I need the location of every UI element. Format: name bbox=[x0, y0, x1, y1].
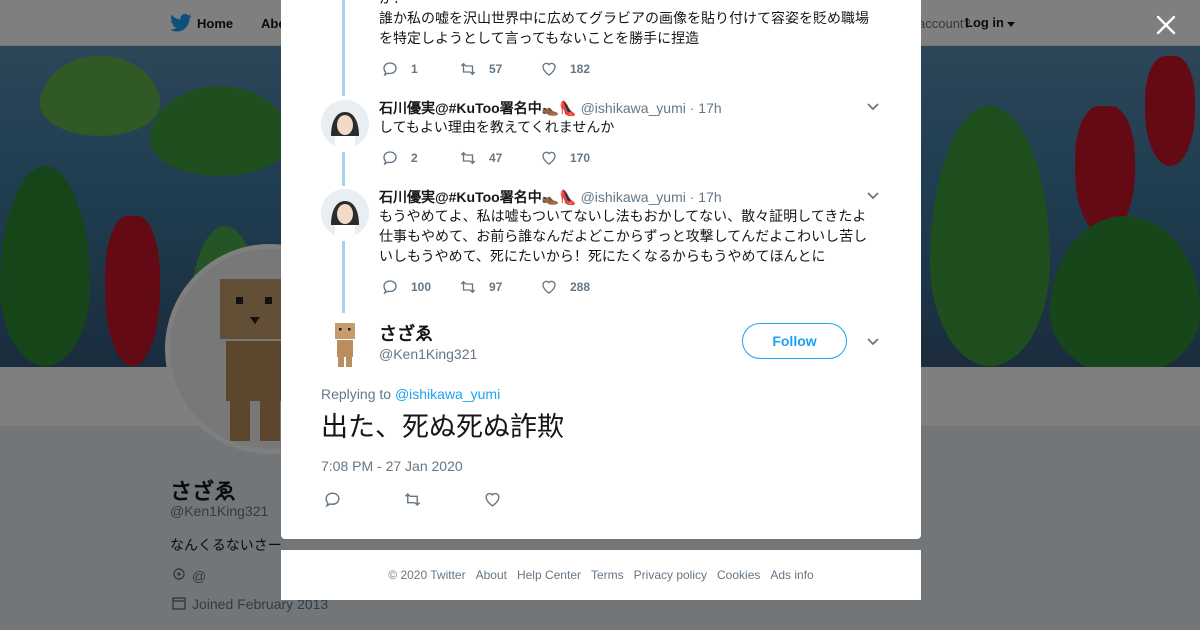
tweet-header: 石川優実@#KuToo署名中👞👠 @ishikawa_yumi · 17h bbox=[379, 187, 722, 207]
user-name[interactable]: 石川優実@#KuToo署名中👞👠 bbox=[379, 189, 577, 205]
danbo-figure-icon bbox=[321, 321, 369, 369]
tweet-time[interactable]: · 17h bbox=[690, 100, 722, 116]
thread-tweet[interactable]: か？ 誰か私の嘘を沢山世界中に広めてグラビアの画像を貼り付けて容姿を貶め職場を特… bbox=[281, 0, 921, 90]
reply-count: 2 bbox=[411, 151, 418, 165]
reply-icon bbox=[383, 62, 397, 77]
retweet-action[interactable]: 47 bbox=[459, 148, 502, 168]
retweet-action[interactable]: 97 bbox=[459, 277, 502, 297]
reply-action[interactable]: 1 bbox=[381, 59, 418, 79]
replying-to-link[interactable]: @ishikawa_yumi bbox=[395, 386, 500, 402]
reply-icon bbox=[325, 491, 340, 507]
reply-icon bbox=[383, 151, 397, 166]
like-action[interactable]: 182 bbox=[540, 59, 590, 79]
close-icon[interactable] bbox=[1152, 11, 1180, 39]
focused-user-avatar[interactable] bbox=[321, 321, 369, 369]
footer-link-about[interactable]: About bbox=[476, 568, 507, 582]
portrait-icon bbox=[321, 100, 369, 148]
footer-link-privacy[interactable]: Privacy policy bbox=[634, 568, 707, 582]
heart-icon bbox=[542, 280, 556, 294]
footer-link-ads-info[interactable]: Ads info bbox=[770, 568, 813, 582]
reply-action[interactable]: 2 bbox=[381, 148, 418, 168]
thread-tweet[interactable]: 石川優実@#KuToo署名中👞👠 @ishikawa_yumi · 17h もうや… bbox=[281, 185, 921, 310]
user-avatar[interactable] bbox=[321, 100, 369, 148]
footer-link-help-center[interactable]: Help Center bbox=[517, 568, 581, 582]
modal-footer: © 2020 Twitter About Help Center Terms P… bbox=[281, 550, 921, 600]
focused-user-name[interactable]: さざゑ bbox=[379, 320, 433, 346]
reply-action[interactable] bbox=[323, 489, 342, 509]
retweet-count: 47 bbox=[489, 151, 503, 165]
retweet-count: 97 bbox=[489, 280, 503, 294]
tweet-time[interactable]: · 17h bbox=[690, 189, 722, 205]
footer-link-cookies[interactable]: Cookies bbox=[717, 568, 760, 582]
thread-tweet[interactable]: 石川優実@#KuToo署名中👞👠 @ishikawa_yumi · 17h しても… bbox=[281, 96, 921, 176]
like-action[interactable]: 170 bbox=[540, 148, 590, 168]
footer-copyright: © 2020 Twitter bbox=[388, 568, 466, 582]
focused-tweet-text: 出た、死ぬ死ぬ詐欺 bbox=[321, 412, 564, 442]
tweet-header: 石川優実@#KuToo署名中👞👠 @ishikawa_yumi · 17h bbox=[379, 98, 722, 118]
reply-icon bbox=[383, 280, 397, 295]
heart-icon bbox=[485, 492, 500, 507]
retweet-icon bbox=[404, 492, 421, 506]
reply-action[interactable]: 100 bbox=[381, 277, 431, 297]
replying-to: Replying to @ishikawa_yumi bbox=[321, 386, 500, 402]
focused-tweet-timestamp[interactable]: 7:08 PM - 27 Jan 2020 bbox=[321, 458, 463, 474]
user-name[interactable]: 石川優実@#KuToo署名中👞👠 bbox=[379, 100, 577, 116]
tweet-text: してもよい理由を教えてくれませんか bbox=[379, 119, 615, 135]
focused-user-handle[interactable]: @Ken1King321 bbox=[379, 346, 477, 362]
chevron-down-icon[interactable] bbox=[866, 191, 880, 201]
reply-count: 1 bbox=[411, 62, 418, 76]
user-handle[interactable]: @ishikawa_yumi bbox=[581, 100, 686, 116]
chevron-down-icon[interactable] bbox=[866, 102, 880, 112]
heart-icon bbox=[542, 151, 556, 165]
follow-button[interactable]: Follow bbox=[742, 323, 847, 359]
like-count: 288 bbox=[570, 280, 591, 294]
user-avatar[interactable] bbox=[321, 189, 369, 237]
replying-prefix: Replying to bbox=[321, 386, 392, 402]
tweet-text: か？ 誰か私の嘘を沢山世界中に広めてグラビアの画像を貼り付けて容姿を貶め職場を特… bbox=[379, 0, 869, 46]
retweet-count: 57 bbox=[489, 62, 503, 76]
retweet-icon bbox=[460, 151, 476, 165]
tweet-text: もうやめてよ、私は嘘もついてないし法もおかしてない、散々証明してきたよ仕事もやめ… bbox=[379, 208, 868, 264]
like-action[interactable]: 288 bbox=[540, 277, 590, 297]
like-count: 182 bbox=[570, 62, 591, 76]
like-action[interactable] bbox=[483, 489, 502, 509]
tweet-permalink-modal: か？ 誰か私の嘘を沢山世界中に広めてグラビアの画像を貼り付けて容姿を貶め職場を特… bbox=[281, 0, 921, 539]
user-handle[interactable]: @ishikawa_yumi bbox=[581, 189, 686, 205]
retweet-icon bbox=[460, 280, 476, 294]
reply-count: 100 bbox=[411, 280, 432, 294]
like-count: 170 bbox=[570, 151, 591, 165]
footer-link-terms[interactable]: Terms bbox=[591, 568, 624, 582]
portrait-icon bbox=[321, 189, 369, 237]
heart-icon bbox=[542, 62, 556, 76]
chevron-down-icon[interactable] bbox=[866, 337, 880, 347]
retweet-action[interactable] bbox=[403, 489, 422, 509]
retweet-action[interactable]: 57 bbox=[459, 59, 502, 79]
retweet-icon bbox=[460, 62, 476, 76]
